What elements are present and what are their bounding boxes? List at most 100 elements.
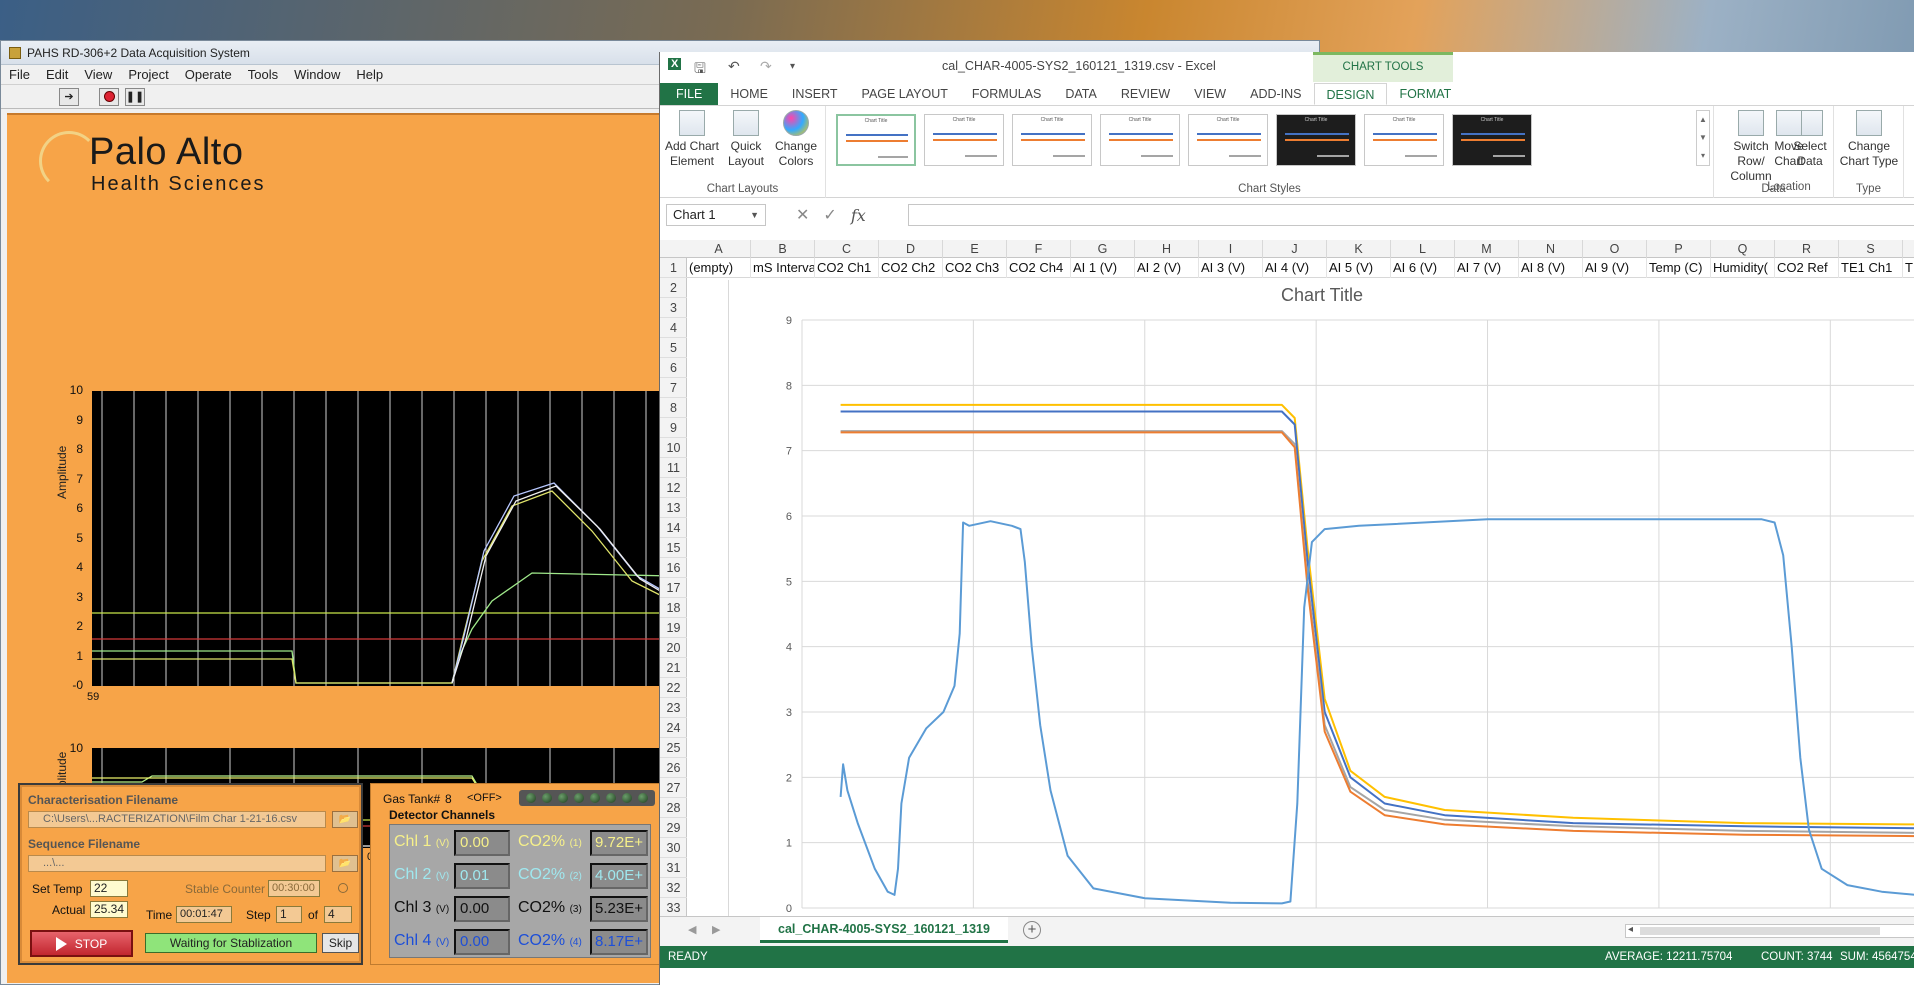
tab-add-ins[interactable]: ADD-INS [1238,83,1313,105]
name-box[interactable]: Chart 1 ▼ [666,204,766,226]
row-header[interactable]: 8 [660,398,687,418]
chart-style-thumbnail[interactable]: Chart Title [924,114,1004,166]
header-cell[interactable]: CO2 Ch3 [943,258,1007,278]
quick-layout-button[interactable]: Quick Layout [724,110,768,169]
tab-formulas[interactable]: FORMULAS [960,83,1053,105]
redo-icon[interactable]: ↷ [760,58,772,75]
column-header[interactable]: G [1071,240,1135,258]
sequence-filename-field[interactable]: ...\... [28,855,326,872]
tab-data[interactable]: DATA [1053,83,1108,105]
header-cell[interactable]: (empty) [687,258,751,278]
chart-style-thumbnail[interactable]: Chart Title [1100,114,1180,166]
chart-style-thumbnail[interactable]: Chart Title [1012,114,1092,166]
menu-edit[interactable]: Edit [38,67,76,82]
row-header[interactable]: 20 [660,638,687,658]
menu-help[interactable]: Help [348,67,391,82]
chart-style-thumbnail[interactable]: Chart Title [1188,114,1268,166]
column-header[interactable]: I [1199,240,1263,258]
menu-view[interactable]: View [76,67,120,82]
set-temp-field[interactable]: 22 [90,880,128,897]
sheet-tab-active[interactable]: cal_CHAR-4005-SYS2_160121_1319 [760,917,1008,943]
row-header[interactable]: 29 [660,818,687,838]
menu-window[interactable]: Window [286,67,348,82]
abort-icon[interactable] [99,87,119,106]
column-header[interactable]: M [1455,240,1519,258]
horizontal-scrollbar[interactable]: ◂ [1625,924,1914,938]
header-cell[interactable]: AI 8 (V) [1519,258,1583,278]
row-header[interactable]: 17 [660,578,687,598]
chart-style-thumbnail[interactable]: Chart Title [836,114,916,166]
row-header[interactable]: 9 [660,418,687,438]
row-header[interactable]: 3 [660,298,687,318]
row-header[interactable]: 18 [660,598,687,618]
row-header[interactable]: 2 [660,278,687,298]
save-icon[interactable]: 🖫 [694,58,706,82]
column-header[interactable]: C [815,240,879,258]
row-header[interactable]: 1 [660,258,687,278]
column-header[interactable]: N [1519,240,1583,258]
skip-button[interactable]: Skip [322,933,359,953]
row-header[interactable]: 16 [660,558,687,578]
column-header[interactable]: P [1647,240,1711,258]
scroll-thumb[interactable] [1640,927,1880,935]
row-header[interactable]: 31 [660,858,687,878]
cancel-x-icon[interactable]: ✕ [796,205,809,225]
add-sheet-icon[interactable]: + [1023,921,1041,939]
menu-file[interactable]: File [1,67,38,82]
header-cell[interactable]: AI 1 (V) [1071,258,1135,278]
tab-insert[interactable]: INSERT [780,83,850,105]
tab-design[interactable]: DESIGN [1313,83,1388,105]
header-cell[interactable]: AI 5 (V) [1327,258,1391,278]
column-header[interactable]: A [687,240,751,258]
row-header[interactable]: 11 [660,458,687,478]
header-cell[interactable]: AI 9 (V) [1583,258,1647,278]
row-header[interactable]: 14 [660,518,687,538]
menu-project[interactable]: Project [120,67,176,82]
row-header[interactable]: 21 [660,658,687,678]
header-cell[interactable]: mS Interva [751,258,815,278]
change-colors-button[interactable]: Change Colors [774,110,818,169]
tab-file[interactable]: FILE [660,83,719,105]
add-chart-element-button[interactable]: Add Chart Element [664,110,720,169]
header-cell[interactable]: AI 6 (V) [1391,258,1455,278]
row-header[interactable]: 24 [660,718,687,738]
tab-view[interactable]: VIEW [1182,83,1238,105]
column-header[interactable]: K [1327,240,1391,258]
chart-style-thumbnail[interactable]: Chart Title [1452,114,1532,166]
formula-input[interactable] [908,204,1914,226]
row-header[interactable]: 32 [660,878,687,898]
row-header[interactable]: 30 [660,838,687,858]
column-header[interactable]: J [1263,240,1327,258]
row-header[interactable]: 22 [660,678,687,698]
menu-operate[interactable]: Operate [177,67,240,82]
column-header[interactable]: Q [1711,240,1775,258]
row-header[interactable]: 5 [660,338,687,358]
enter-check-icon[interactable]: ✓ [823,205,836,225]
header-cell[interactable]: AI 2 (V) [1135,258,1199,278]
header-cell[interactable]: CO2 Ch2 [879,258,943,278]
prev-sheet-icon[interactable]: ◀ [688,923,696,936]
insert-function-icon[interactable]: fx [851,206,866,225]
row-header[interactable]: 10 [660,438,687,458]
row-header[interactable]: 23 [660,698,687,718]
next-sheet-icon[interactable]: ▶ [712,923,720,936]
column-header[interactable]: H [1135,240,1199,258]
header-cell[interactable]: TE1 Ch1 [1839,258,1903,278]
chart-style-thumbnail[interactable]: Chart Title [1364,114,1444,166]
header-cell[interactable]: CO2 Ch4 [1007,258,1071,278]
row-header[interactable]: 19 [660,618,687,638]
excel-line-chart[interactable]: Chart Title 0123456789020000400006000080… [728,280,1914,962]
menu-tools[interactable]: Tools [240,67,286,82]
header-cell[interactable]: TE [1903,258,1914,278]
gallery-scroll-icon[interactable]: ▲ ▼ ▾ [1696,110,1710,166]
column-header[interactable]: B [751,240,815,258]
column-header[interactable]: D [879,240,943,258]
excel-title-bar[interactable]: X 🖫 ↶ ↷ ▾ cal_CHAR-4005-SYS2_160121_1319… [660,52,1914,82]
chart-style-thumbnail[interactable]: Chart Title [1276,114,1356,166]
column-header[interactable]: O [1583,240,1647,258]
row-header[interactable]: 26 [660,758,687,778]
stop-button[interactable]: STOP [30,930,133,957]
row-header[interactable]: 27 [660,778,687,798]
tab-page-layout[interactable]: PAGE LAYOUT [850,83,960,105]
column-header[interactable]: E [943,240,1007,258]
